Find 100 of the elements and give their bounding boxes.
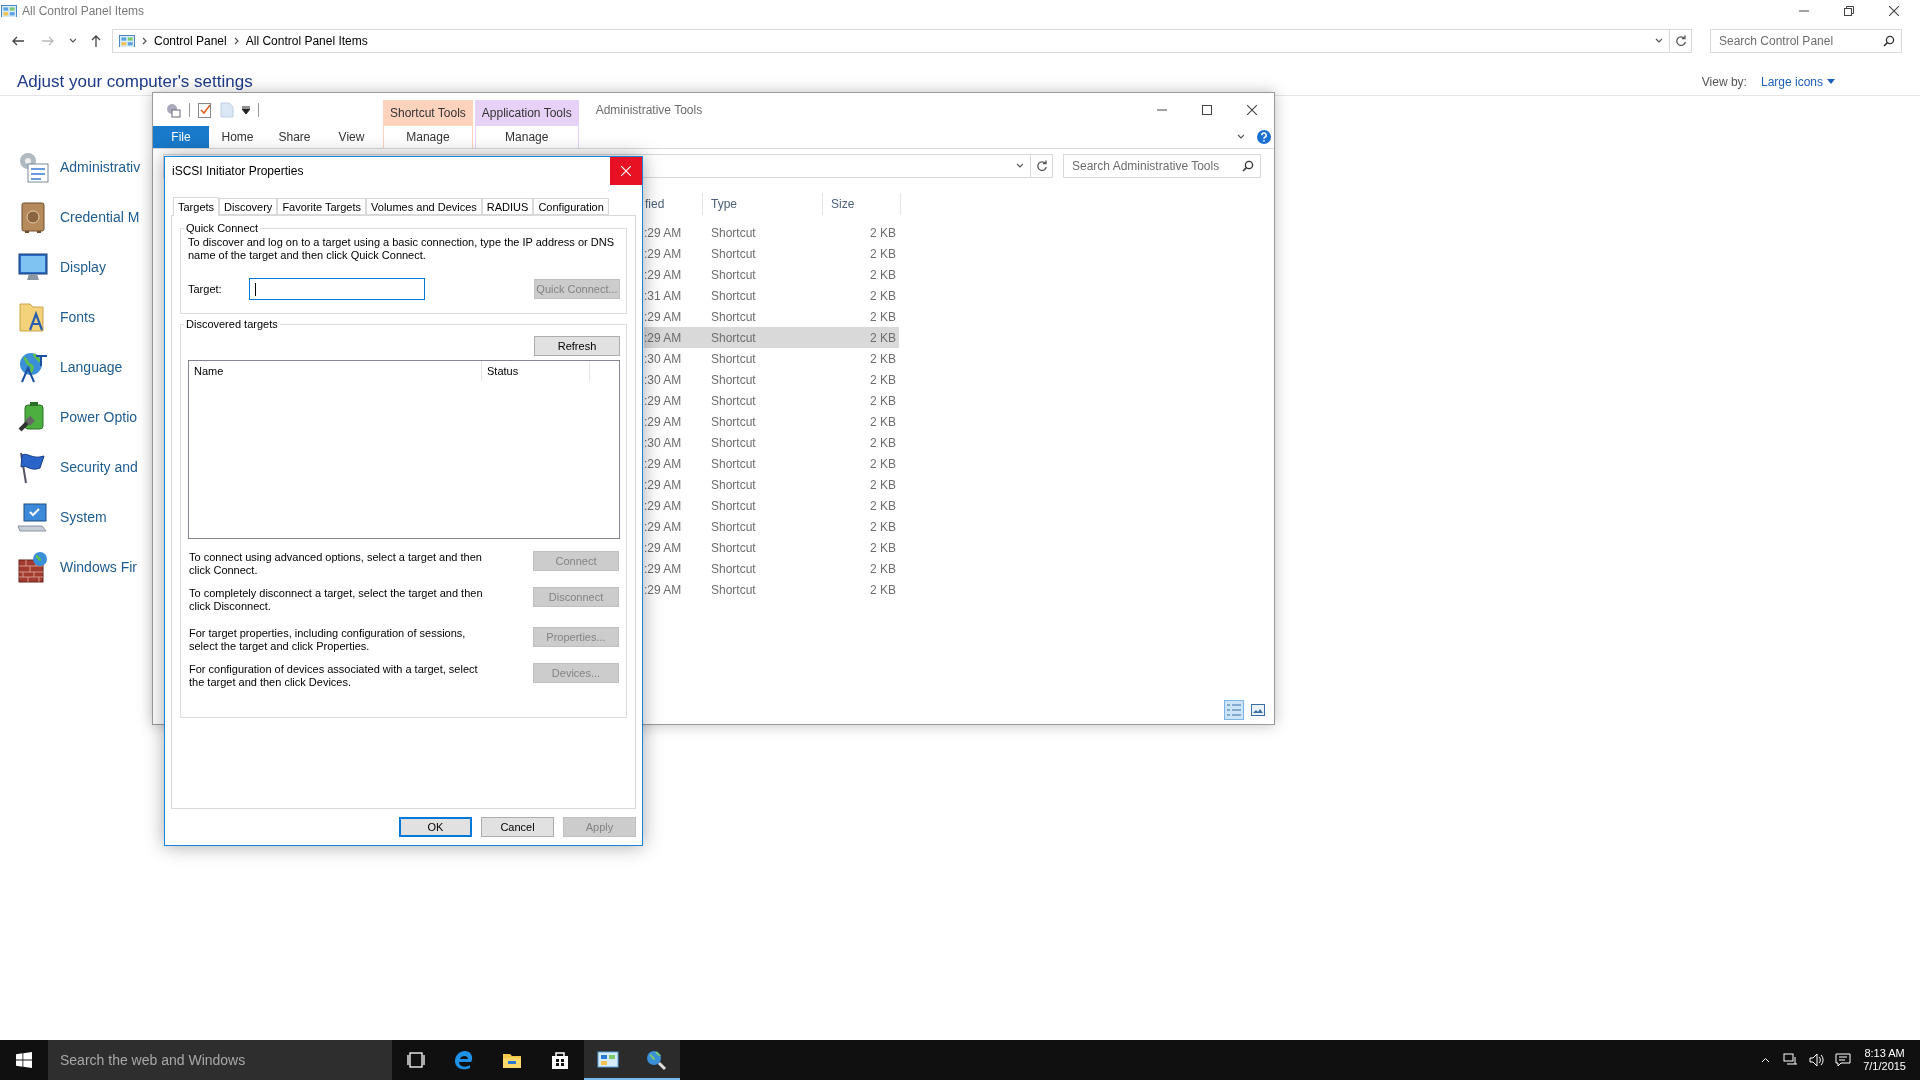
settings-link[interactable]: Windows Fir <box>16 542 137 592</box>
table-cell-text: 2 KB <box>869 519 897 534</box>
file-row[interactable]: :30 AM Shortcut 2 KB <box>644 369 899 390</box>
table-cell-text: Shortcut <box>710 225 757 240</box>
customize-icon <box>242 105 250 114</box>
table-cell-text: :29 AM <box>644 498 683 513</box>
file-row[interactable]: :29 AM Shortcut 2 KB <box>644 495 899 516</box>
context-tab-header: Application Tools <box>474 100 579 126</box>
close-button[interactable] <box>610 156 642 185</box>
refresh-button[interactable]: Refresh <box>534 336 620 356</box>
tab[interactable]: Favorite Targets <box>277 198 367 215</box>
instruction-text: For configuration of devices associated with a target, select the target and then click Devices. <box>189 663 479 689</box>
ribbon-tab[interactable]: Home <box>209 126 266 148</box>
taskbar-app[interactable] <box>632 1040 680 1080</box>
column-header[interactable]: Size <box>823 193 901 215</box>
file-row[interactable]: :29 AM Shortcut 2 KB <box>644 474 899 495</box>
tab[interactable]: Targets <box>173 197 220 216</box>
column-header[interactable]: Name <box>189 361 482 381</box>
ribbon-tab[interactable]: Manage <box>383 126 473 148</box>
column-header[interactable]: Type <box>703 193 823 215</box>
table-cell-text: Shortcut <box>710 519 757 534</box>
table-cell-text: :29 AM <box>644 456 683 471</box>
close-icon <box>1246 104 1257 115</box>
tab[interactable]: Volumes and Devices <box>366 198 482 215</box>
computer-icon <box>16 500 50 534</box>
search-icon <box>1883 35 1895 47</box>
restore-icon <box>1843 6 1854 16</box>
chevron-right-icon <box>232 37 240 45</box>
search-box[interactable]: Search Control Panel <box>1710 29 1902 53</box>
tab[interactable]: RADIUS <box>481 198 534 215</box>
view-by-dropdown[interactable]: Large icons <box>1760 74 1835 89</box>
file-row[interactable]: :29 AM Shortcut 2 KB <box>644 579 899 600</box>
file-row[interactable]: :29 AM Shortcut 2 KB <box>644 306 899 327</box>
table-cell-text: Shortcut <box>710 267 757 282</box>
table-cell-text: :29 AM <box>644 561 683 576</box>
page-heading: Adjust your computer's settings <box>17 71 253 92</box>
table-cell-text: :29 AM <box>644 540 683 555</box>
file-row[interactable]: :29 AM Shortcut 2 KB <box>644 390 899 411</box>
file-row[interactable]: :29 AM Shortcut 2 KB <box>644 243 899 264</box>
table-cell-text: 2 KB <box>869 330 897 345</box>
table-cell-text: :29 AM <box>644 309 683 324</box>
table-cell-text: 2 KB <box>869 414 897 429</box>
table-cell-text: Shortcut <box>710 246 757 261</box>
column-header[interactable]: fied <box>644 193 703 215</box>
dialog-button[interactable]: OK <box>399 817 472 837</box>
settings-link[interactable]: Credential M <box>16 192 140 242</box>
help-icon[interactable] <box>1257 130 1271 144</box>
table-cell-text: Shortcut <box>710 288 757 303</box>
shopping-bag-icon <box>549 1049 571 1071</box>
image-icon <box>1251 704 1265 716</box>
browser-icon <box>453 1049 475 1071</box>
table-cell-text: 2 KB <box>869 393 897 408</box>
ribbon-tab[interactable]: Share <box>266 126 323 148</box>
search-field[interactable]: Search Control Panel <box>1719 30 1883 52</box>
file-tab[interactable]: File <box>153 126 209 148</box>
file-row[interactable]: :29 AM Shortcut 2 KB <box>644 264 899 285</box>
file-row[interactable]: :30 AM Shortcut 2 KB <box>644 348 899 369</box>
file-row[interactable]: :29 AM Shortcut 2 KB <box>644 327 899 348</box>
context-tab-header: Shortcut Tools <box>383 100 473 126</box>
file-row[interactable]: :29 AM Shortcut 2 KB <box>644 453 899 474</box>
file-row[interactable]: :31 AM Shortcut 2 KB <box>644 285 899 306</box>
target-field[interactable] <box>249 278 425 300</box>
search-field[interactable]: Search Administrative Tools <box>1072 155 1242 177</box>
file-row[interactable]: :30 AM Shortcut 2 KB <box>644 432 899 453</box>
chevron-down-icon <box>68 37 76 45</box>
taskbar-app[interactable] <box>584 1040 632 1080</box>
file-row[interactable]: :29 AM Shortcut 2 KB <box>644 558 899 579</box>
tab[interactable]: Configuration <box>533 198 609 215</box>
settings-link[interactable]: Power Optio <box>16 392 138 442</box>
file-row[interactable]: :29 AM Shortcut 2 KB <box>644 537 899 558</box>
search-box[interactable]: Search Administrative Tools <box>1063 154 1261 178</box>
dialog-button[interactable]: Cancel <box>481 817 554 837</box>
breadcrumb-item[interactable]: Control Panel <box>154 34 227 48</box>
table-cell-text: Shortcut <box>710 330 757 345</box>
ribbon-tab[interactable]: View <box>323 126 380 148</box>
table-cell-text: :29 AM <box>644 414 683 429</box>
ribbon-tab[interactable]: Manage <box>474 126 579 148</box>
settings-link[interactable]: Language <box>16 342 123 392</box>
settings-link[interactable]: Display <box>16 242 106 292</box>
file-row[interactable]: :29 AM Shortcut 2 KB <box>644 222 899 243</box>
table-cell-text: Shortcut <box>710 435 757 450</box>
settings-link[interactable]: Security and <box>16 442 138 492</box>
file-row[interactable]: :29 AM Shortcut 2 KB <box>644 516 899 537</box>
network-icon <box>1783 1053 1800 1067</box>
chevron-up-icon <box>1760 1057 1770 1063</box>
clock[interactable]: 8:13 AM 7/1/2015 <box>1859 1047 1910 1073</box>
settings-link[interactable]: System <box>16 492 107 542</box>
breadcrumb-item[interactable]: All Control Panel Items <box>245 34 368 48</box>
table-cell-text: :31 AM <box>644 288 683 303</box>
table-cell-text: Shortcut <box>710 456 757 471</box>
settings-link[interactable]: Fonts <box>16 292 95 342</box>
chevron-right-icon <box>141 37 148 45</box>
file-row[interactable]: :29 AM Shortcut 2 KB <box>644 411 899 432</box>
address-bar[interactable]: Control Panel All Control Panel Items <box>112 29 1692 53</box>
tab[interactable]: Discovery <box>219 198 278 215</box>
table-cell-text: Shortcut <box>710 309 757 324</box>
table-cell-text: 2 KB <box>869 540 897 555</box>
settings-link[interactable]: Administrativ <box>16 142 141 192</box>
group-label: Quick Connect <box>185 222 260 234</box>
column-header[interactable]: Status <box>482 361 590 381</box>
